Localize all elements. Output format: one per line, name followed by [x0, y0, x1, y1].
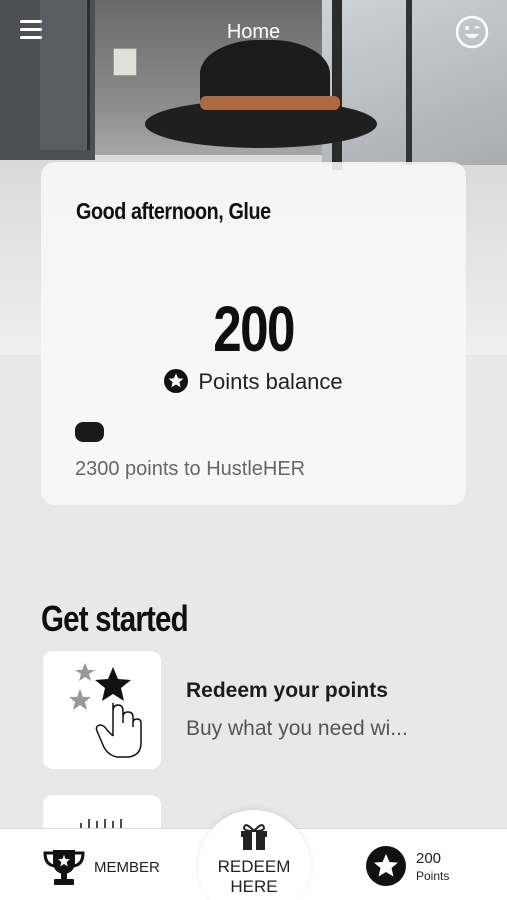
nav-points-label: Points — [416, 868, 450, 883]
section-title: Get started — [41, 598, 189, 639]
nav-points-value: 200 — [416, 849, 442, 867]
redeem-label-line2: HERE — [230, 877, 278, 896]
nav-member-button[interactable]: MEMBER — [42, 847, 160, 887]
star-badge-icon — [366, 846, 406, 886]
task-title: Redeem your points — [186, 679, 388, 702]
next-tier-text: 2300 points to HustleHER — [75, 458, 306, 480]
redeem-label-line1: REDEEM — [217, 857, 291, 876]
tier-progress-bar — [75, 422, 435, 442]
star-hand-icon — [69, 663, 142, 758]
task-description: Buy what you need wi... — [186, 717, 408, 740]
smiley-icon[interactable] — [455, 15, 489, 49]
points-value: 200 — [213, 293, 295, 365]
gift-icon — [241, 824, 267, 850]
top-bar: Home — [0, 0, 507, 64]
redeem-here-label: REDEEM HERE — [198, 857, 310, 897]
nav-member-label: MEMBER — [94, 858, 160, 876]
trophy-icon — [43, 850, 85, 885]
points-balance-card[interactable]: Good afternoon, Glue 200 Points balance … — [41, 162, 466, 505]
task-thumbnail — [43, 651, 161, 769]
tier-progress-fill — [75, 422, 104, 442]
star-badge-icon — [164, 369, 189, 393]
page-title: Home — [226, 21, 281, 43]
points-balance-label: Points balance — [41, 369, 466, 395]
nav-points-button[interactable]: 200 Points — [365, 845, 449, 887]
points-balance-text: Points balance — [198, 369, 343, 394]
task-card-redeem[interactable]: Redeem your points Buy what you need wi.… — [43, 651, 473, 771]
greeting-text: Good afternoon, Glue — [76, 198, 271, 224]
